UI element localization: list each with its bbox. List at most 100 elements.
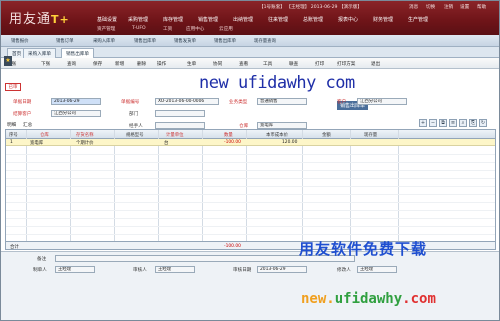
watermark-url: new ufidawhy com — [199, 73, 355, 93]
settle-field[interactable]: 江西分公司 — [51, 110, 101, 117]
code-label: 单据编号 — [121, 100, 140, 105]
cell-name[interactable]: 个期计价 — [76, 140, 94, 146]
note-label: 备注 — [37, 257, 47, 262]
collab-button[interactable]: 协同 — [213, 61, 222, 67]
top-link-switch[interactable]: 切换 — [426, 4, 435, 10]
grid-line — [6, 218, 495, 219]
view-button[interactable]: 查看 — [239, 61, 248, 67]
shortcut-2[interactable]: 销售订单 — [56, 38, 74, 44]
col-stock[interactable]: 现存量 — [364, 132, 377, 138]
print-button[interactable]: 打印 — [315, 61, 324, 67]
grid-line — [6, 202, 495, 203]
menu-finance[interactable]: 财务管理 — [373, 16, 393, 23]
table-row[interactable]: 1 宽电库 个期计价 台 -100.00 120.00 — [6, 139, 495, 146]
shortcut-5[interactable]: 销售发货单 — [174, 38, 196, 44]
auditor-label: 审核人 — [133, 268, 147, 273]
modifier-field: 王经理 — [357, 266, 397, 273]
menu-production[interactable]: 生产管理 — [408, 16, 428, 23]
top-link-logout[interactable]: 注销 — [444, 4, 453, 10]
menu-cashier[interactable]: 出纳管理 — [233, 16, 253, 23]
menu-accounts[interactable]: 往来管理 — [268, 16, 288, 23]
customer-field[interactable]: 江西分公司 — [357, 98, 407, 105]
app-logo: 用友通T+ — [9, 8, 70, 27]
save-button[interactable]: 保存 — [93, 61, 102, 67]
tab-purchase-receipt[interactable]: 采购入库单 — [23, 48, 56, 58]
col-no: 序号 — [9, 133, 18, 138]
query-button[interactable]: 查询 — [67, 61, 76, 67]
refresh-icon[interactable]: ↻ — [479, 119, 487, 127]
next-button[interactable]: 下张 — [41, 61, 50, 67]
column-settings-icon[interactable]: ≡ — [449, 119, 457, 127]
summary-tab[interactable]: 汇总 — [23, 122, 32, 128]
menu-ledger[interactable]: 总账管理 — [303, 16, 323, 23]
col-price[interactable]: 本币成本价 — [266, 132, 288, 138]
code-field[interactable]: XO-2013-06-00-0006 — [155, 98, 219, 105]
wm-part-b: ufidawhy — [334, 291, 403, 307]
print-scheme-button[interactable]: 打印方案 — [337, 61, 355, 67]
col-spec[interactable]: 规格型号 — [126, 132, 144, 138]
generate-button[interactable]: 生单 — [187, 61, 196, 67]
col-name[interactable]: 存货名称 — [76, 132, 94, 138]
grid-line — [6, 186, 495, 187]
menu-inventory[interactable]: 库存管理 — [163, 16, 183, 23]
type-field[interactable]: 普通销售 — [257, 98, 307, 105]
cell-unit[interactable]: 台 — [164, 140, 168, 146]
date-field[interactable]: 2013-06-29 — [51, 98, 101, 105]
shortcut-6[interactable]: 销售出库单 — [214, 38, 236, 44]
menu-basic-settings[interactable]: 基础设置 — [97, 16, 117, 23]
operate-button[interactable]: 操作 — [157, 61, 166, 67]
auditor-field: 王经理 — [155, 266, 195, 273]
col-qty[interactable]: 数量 — [224, 132, 233, 138]
menu-sales[interactable]: 销售管理 — [198, 16, 218, 23]
copy-row-icon[interactable]: ⧉ — [439, 119, 447, 127]
shortcut-7[interactable]: 现存量查询 — [254, 38, 276, 44]
cell-price[interactable]: 120.00 — [282, 140, 297, 145]
locate-icon[interactable]: ⌕ — [459, 119, 467, 127]
tab-sales-outbound[interactable]: 销售出库单 — [61, 48, 94, 58]
status-badge: 已审 — [5, 83, 21, 91]
tab-bar: 首页 采购入库单 销售出库单 — [1, 47, 499, 58]
date-label: 单据日期 — [13, 100, 32, 105]
grid-line — [6, 234, 495, 235]
submenu-appcenter[interactable]: 应用中心 — [186, 26, 204, 32]
exit-button[interactable]: 退出 — [371, 61, 380, 67]
watermark-url-bottom: new.ufidawhy.com — [301, 291, 436, 307]
shortcut-3[interactable]: 采购入库单 — [93, 38, 115, 44]
grid-header: 序号 仓库 存货名称 规格型号 计量单位 数量 本币成本价 金额 现存量 — [6, 130, 495, 139]
attach-icon[interactable]: ⎘ — [469, 119, 477, 127]
menu-reports[interactable]: 报表中心 — [338, 16, 358, 23]
wm-part-c: .com — [402, 291, 436, 307]
col-amount[interactable]: 金额 — [322, 132, 331, 138]
total-qty: -100.00 — [224, 244, 241, 249]
submenu-assets[interactable]: 资产管理 — [97, 26, 115, 32]
top-link-settings[interactable]: 设置 — [460, 4, 469, 10]
new-button[interactable]: 新增 — [115, 61, 124, 67]
cell-warehouse[interactable]: 宽电库 — [30, 140, 43, 146]
insert-row-icon[interactable]: + — [419, 119, 427, 127]
settle-label: 结算客户 — [13, 112, 32, 117]
handler-field[interactable] — [155, 122, 205, 129]
grid-line — [6, 226, 495, 227]
shortcut-1[interactable]: 销售报价 — [11, 38, 29, 44]
linked-query-button[interactable]: 联查 — [289, 61, 298, 67]
delete-row-icon[interactable]: − — [429, 119, 437, 127]
submenu-payroll[interactable]: 工资 — [163, 26, 172, 32]
warehouse-field[interactable]: 宽电库 — [257, 122, 307, 129]
cell-qty[interactable]: -100.00 — [224, 140, 241, 145]
menu-purchase[interactable]: 采购管理 — [128, 16, 148, 23]
shortcut-4[interactable]: 销售出库单 — [134, 38, 156, 44]
tools-button[interactable]: 工具 — [263, 61, 272, 67]
delete-button[interactable]: 删除 — [137, 61, 146, 67]
wm-part-a: new. — [301, 291, 335, 307]
dept-field[interactable] — [155, 110, 205, 117]
top-link-help[interactable]: 帮助 — [477, 4, 486, 10]
shortcut-bar: 销售报价 销售订单 采购入库单 销售出库单 销售发货单 销售出库单 现存量查询 — [1, 35, 499, 47]
submenu-tufo[interactable]: T-UFO — [132, 26, 146, 31]
app-window: 用友通T+ 【1号账套】 【王经理】 2013-06-29 【演示版】 消息 切… — [0, 0, 500, 321]
top-link-message[interactable]: 消息 — [409, 4, 418, 10]
customer-label: 客户 — [337, 100, 347, 105]
star-icon[interactable]: ★ — [4, 56, 12, 66]
submenu-cloud[interactable]: 云应用 — [219, 26, 233, 32]
col-unit[interactable]: 计量单位 — [166, 132, 184, 138]
col-warehouse[interactable]: 仓库 — [40, 132, 49, 138]
